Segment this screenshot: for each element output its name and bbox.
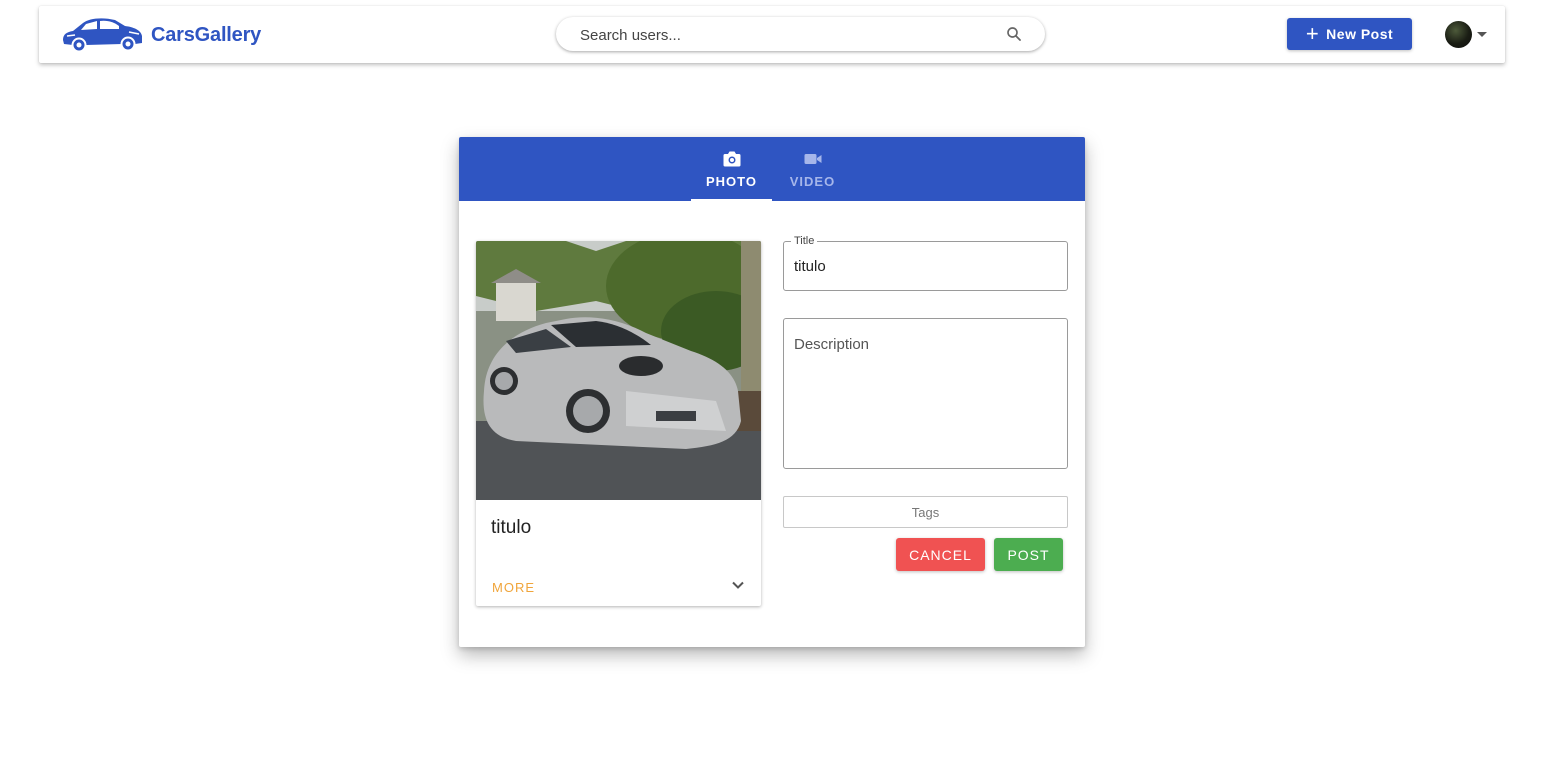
video-camera-icon	[804, 154, 821, 164]
new-post-button[interactable]: + New Post	[1287, 18, 1412, 50]
avatar[interactable]	[1445, 21, 1472, 48]
title-field-value: titulo	[794, 258, 826, 275]
title-field-label: Title	[791, 235, 818, 247]
description-field[interactable]: Description	[783, 318, 1068, 469]
tags-placeholder: Tags	[911, 505, 940, 520]
post-preview-card: titulo MORE	[476, 241, 761, 606]
brand-logo[interactable]: CarsGallery	[59, 14, 261, 56]
car-photo	[476, 241, 761, 500]
tab-photo-label: PHOTO	[706, 174, 757, 189]
plus-icon: +	[1305, 21, 1320, 46]
cancel-button[interactable]: CANCEL	[896, 538, 985, 571]
search-icon[interactable]	[1005, 25, 1023, 43]
top-navbar: CarsGallery + New Post	[39, 6, 1505, 63]
car-logo-icon	[63, 18, 142, 53]
tab-photo[interactable]: PHOTO	[691, 137, 772, 201]
more-button[interactable]: MORE	[492, 580, 535, 595]
description-placeholder: Description	[794, 336, 870, 353]
tags-field[interactable]: Tags	[783, 496, 1068, 528]
tab-video-label: VIDEO	[789, 174, 836, 189]
title-field[interactable]: Title titulo	[783, 235, 1068, 291]
search-input[interactable]	[578, 17, 1002, 53]
camera-icon	[723, 151, 740, 167]
brand-name: CarsGallery	[151, 23, 262, 46]
post-button[interactable]: POST	[994, 538, 1063, 571]
preview-title: titulo	[491, 517, 532, 538]
media-tabs: PHOTO VIDEO	[459, 137, 1085, 201]
tab-video[interactable]: VIDEO	[772, 137, 853, 201]
new-post-dialog: PHOTO VIDEO titulo MORE Title titulo Des…	[459, 137, 1085, 647]
chevron-down-icon[interactable]	[730, 577, 746, 593]
search-bar	[556, 17, 1045, 53]
new-post-label: New Post	[1326, 26, 1394, 42]
caret-down-icon[interactable]	[1477, 32, 1487, 37]
